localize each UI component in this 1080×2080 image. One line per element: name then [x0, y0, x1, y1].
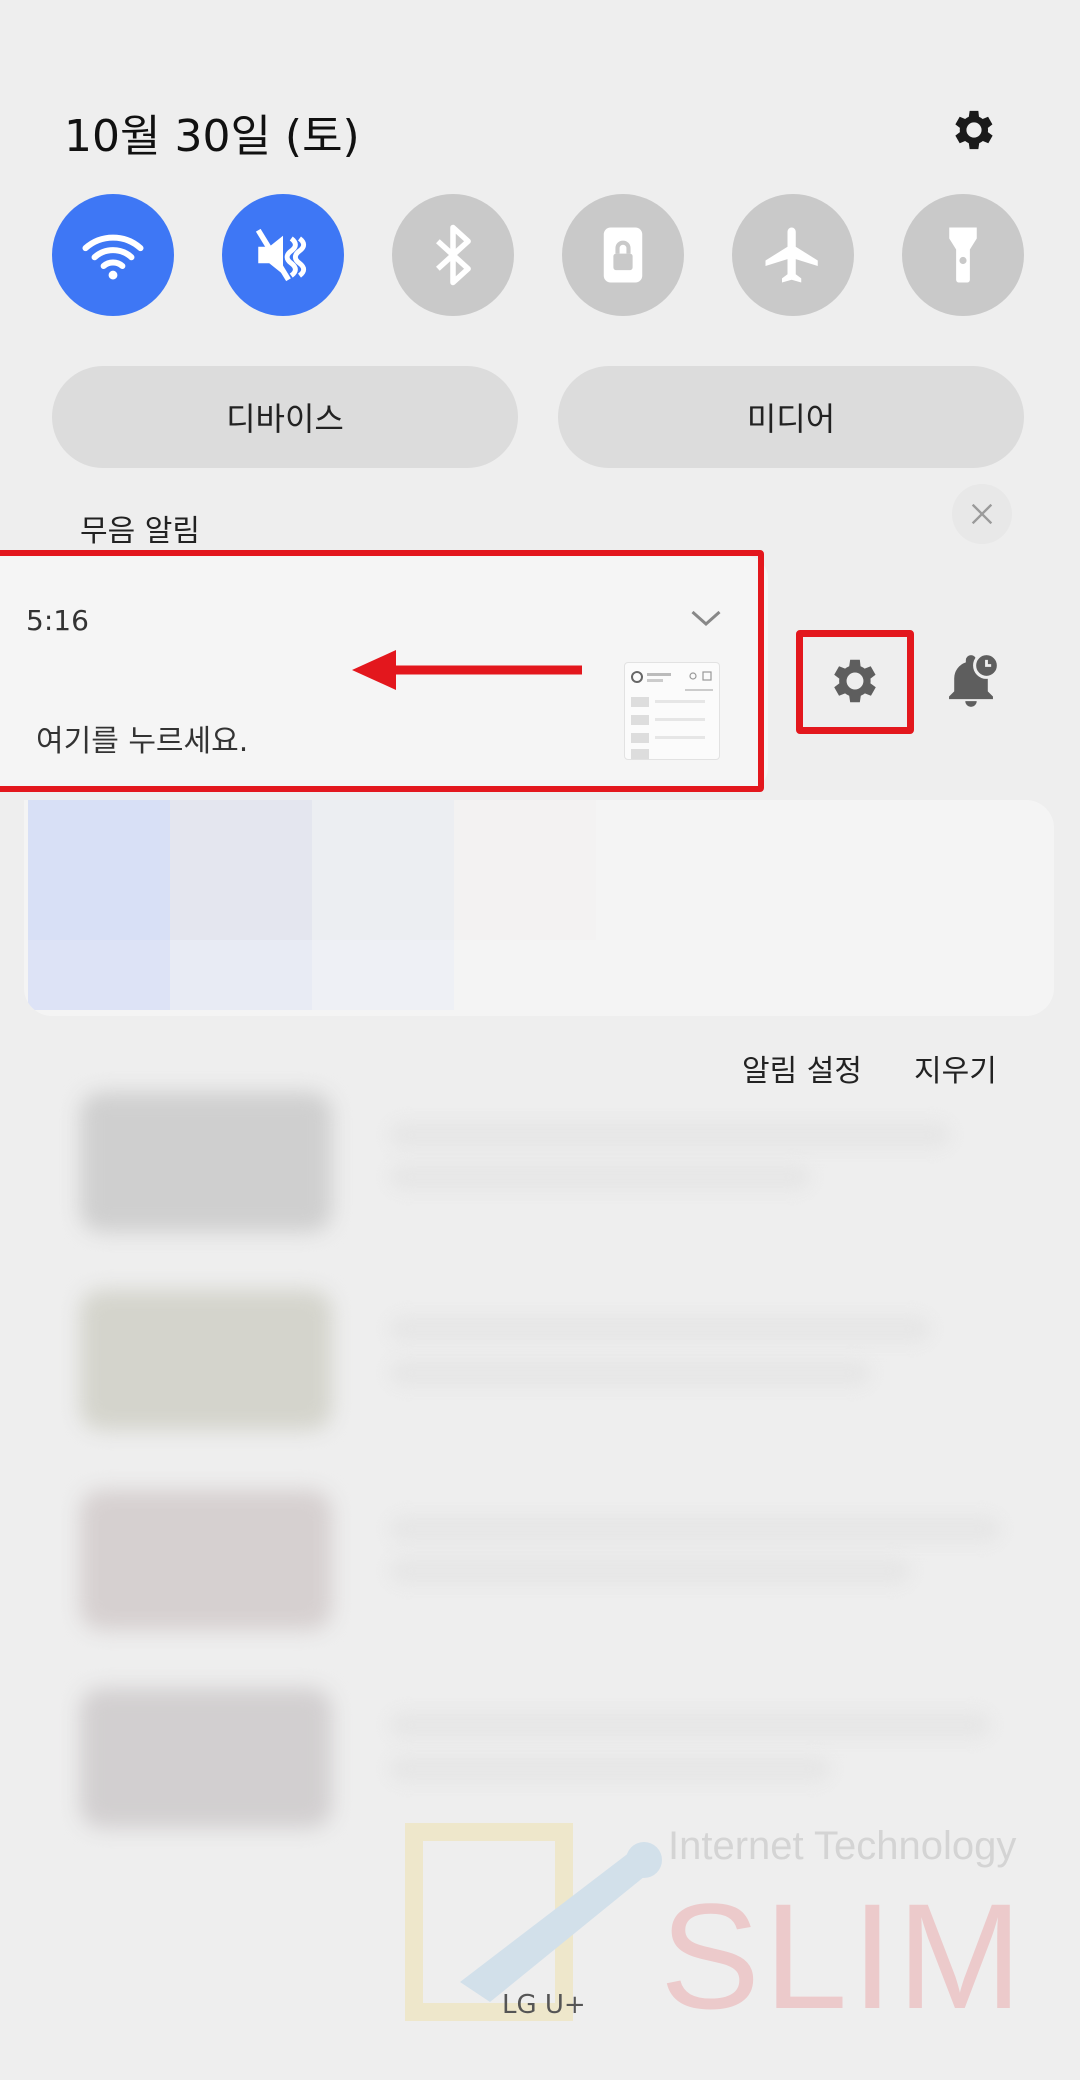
blurred-list-item	[80, 1092, 332, 1232]
flashlight-icon	[949, 227, 977, 283]
lock-icon	[603, 227, 643, 283]
close-icon	[971, 503, 993, 525]
blurred-text-line	[390, 1516, 1000, 1542]
blurred-text-line	[390, 1558, 910, 1584]
carrier-label: LG U+	[502, 1990, 586, 2020]
close-button[interactable]	[952, 484, 1012, 544]
airplane-icon	[765, 227, 818, 283]
sound-mute-toggle[interactable]	[222, 194, 344, 316]
blurred-list-item	[80, 1290, 332, 1430]
blurred-text-line	[390, 1712, 990, 1738]
settings-gear-icon[interactable]	[948, 104, 1000, 156]
blurred-list-item	[80, 1688, 332, 1828]
snooze-bell-icon[interactable]	[940, 650, 1002, 712]
blurred-text-line	[390, 1316, 930, 1342]
date-label: 10월 30일 (토)	[64, 111, 360, 162]
blurred-text-line	[390, 1360, 870, 1386]
wifi-toggle[interactable]	[52, 194, 174, 316]
blurred-notification	[24, 800, 1054, 1016]
media-button[interactable]: 미디어	[558, 366, 1024, 468]
highlight-box-notification	[0, 550, 764, 792]
airplane-mode-toggle[interactable]	[732, 194, 854, 316]
clear-button[interactable]: 지우기	[914, 1046, 997, 1090]
notification-settings-gear-icon[interactable]	[826, 652, 884, 710]
blurred-list-item	[80, 1490, 332, 1630]
blurred-text-line	[390, 1756, 830, 1782]
watermark-brand: SLIM	[660, 1872, 1027, 2040]
bluetooth-toggle[interactable]	[392, 194, 514, 316]
notification-settings-button[interactable]: 알림 설정	[742, 1046, 862, 1090]
mute-icon	[255, 228, 307, 282]
silent-notifications-label: 무음 알림	[80, 514, 200, 549]
blurred-text-line	[390, 1164, 810, 1190]
flashlight-toggle[interactable]	[902, 194, 1024, 316]
bluetooth-icon	[436, 224, 471, 286]
wifi-icon	[82, 234, 144, 280]
rotation-lock-toggle[interactable]	[562, 194, 684, 316]
blurred-text-line	[390, 1122, 950, 1148]
watermark-tagline: Internet Technology	[668, 1824, 1017, 1868]
devices-button[interactable]: 디바이스	[52, 366, 518, 468]
